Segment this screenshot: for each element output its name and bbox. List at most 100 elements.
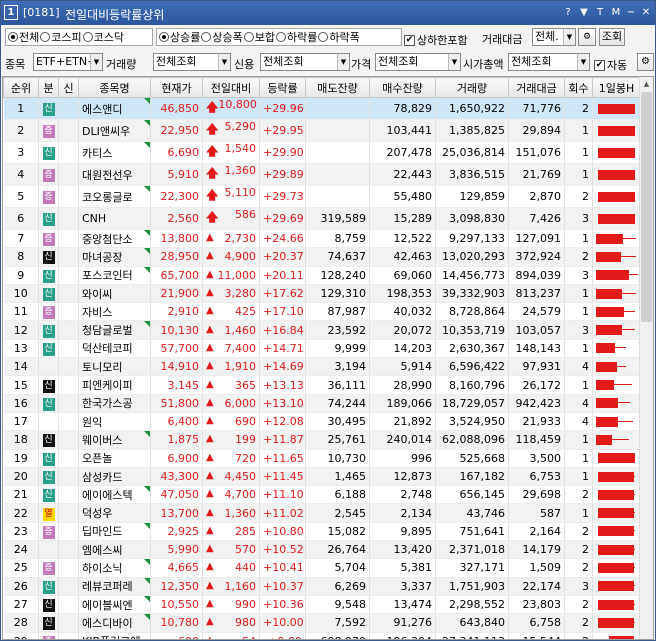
- stock-name[interactable]: 웨이버스: [82, 434, 122, 447]
- stock-name[interactable]: 자비스: [82, 306, 112, 319]
- table-row[interactable]: 15 신 피엔케이피 3,145 ▲ 365 +13.13 36,111 28,990 8,160…: [3, 375, 641, 395]
- gear-icon[interactable]: ⚙: [637, 53, 654, 71]
- radio-sort-fall-rate[interactable]: 하락률: [276, 29, 317, 45]
- stock-name[interactable]: DLI앤씨우: [82, 125, 130, 138]
- column-header[interactable]: 1일봉H: [592, 77, 641, 98]
- stock-name[interactable]: 토니모리: [82, 361, 122, 374]
- scroll-up-icon[interactable]: ▲: [640, 77, 653, 91]
- table-row[interactable]: 18 신 웨이버스 1,875 ▲ 199 +11.87 25,761 240,014 62,08…: [3, 430, 641, 450]
- table-row[interactable]: 4 증 대원전선우 5,910 🡅 1,360 +29.89 22,443 3,836,515 2…: [3, 163, 641, 186]
- price-select[interactable]: 전체조회 ▼: [375, 53, 461, 71]
- radio-market-kosdaq[interactable]: 코스닥: [82, 29, 124, 45]
- credit-select[interactable]: 전체조회 ▼: [260, 53, 350, 71]
- table-row[interactable]: 14 토니모리 14,910 ▲ 1,910 +14.69 3,194 5,914 6,596,…: [3, 357, 641, 377]
- stock-name[interactable]: 카티스: [82, 147, 112, 160]
- table-row[interactable]: 13 신 덕산테코피 57,700 ▲ 7,400 +14.71 9,999 14,203 2,6…: [3, 339, 641, 359]
- text-icon[interactable]: T: [593, 5, 607, 20]
- stock-name[interactable]: 에스앤디: [82, 103, 122, 116]
- column-header[interactable]: 등락률: [259, 77, 306, 98]
- table-row[interactable]: 10 신 와이씨 21,900 ▲ 3,280 +17.62 129,310 198,353 39…: [3, 284, 641, 304]
- stock-name[interactable]: 삼성카드: [82, 471, 122, 484]
- auto-refresh-checkbox[interactable]: ✔ 자동: [594, 57, 627, 73]
- stock-name[interactable]: 와이씨: [82, 288, 112, 301]
- title-bar[interactable]: 1 [0181] 전일대비등락률상위 ? ▼ T M − ✕: [1, 1, 655, 25]
- help-icon[interactable]: ?: [561, 5, 575, 20]
- radio-sort-fall-amount[interactable]: 하락폭: [318, 29, 360, 45]
- minimize-icon[interactable]: −: [624, 5, 638, 20]
- stock-name[interactable]: CNH: [82, 212, 106, 225]
- stock-name[interactable]: 원익: [82, 416, 102, 429]
- table-row[interactable]: 29증 KIB플러그에 600▲ 54+9.89698,979196,30427,34…: [3, 632, 641, 639]
- table-row[interactable]: 3 신 카티스 6,690 🡅 1,540 +29.90 207,478 25,036,814 1…: [3, 141, 641, 164]
- stock-name[interactable]: 레뷰코퍼레: [82, 580, 133, 593]
- table-row[interactable]: 21 신 에이에스텍 47,050 ▲ 4,700 +11.10 6,188 2,748 656,…: [3, 485, 641, 505]
- column-header[interactable]: 순위: [3, 77, 39, 98]
- stock-name[interactable]: 마녀공장: [82, 251, 122, 264]
- column-header[interactable]: 신: [58, 77, 79, 98]
- table-row[interactable]: 25 증 하이소닉 4,665 ▲ 440 +10.41 5,704 5,381 327,171 1…: [3, 558, 641, 578]
- table-row[interactable]: 19 신 오픈놀 6,900 ▲ 720 +11.65 10,730 996 525,668 3,5…: [3, 449, 641, 468]
- column-header[interactable]: 분: [38, 77, 59, 98]
- table-row[interactable]: 11 증 자비스 2,910 ▲ 425 +17.10 87,987 40,032 8,728,8…: [3, 302, 641, 322]
- item-select[interactable]: ETF+ETN+스!▼: [33, 53, 103, 71]
- stock-name[interactable]: 대원전선우: [82, 169, 133, 182]
- menu-icon[interactable]: M: [609, 5, 623, 20]
- stock-name[interactable]: 에이블씨엔: [82, 599, 133, 612]
- column-header[interactable]: 매수잔량: [369, 77, 436, 98]
- table-row[interactable]: 24 엠에스씨 5,990 ▲ 570 +10.52 26,764 13,420 2,371,0…: [3, 540, 641, 560]
- table-row[interactable]: 5 증 코오롱글로 22,300 🡅 5,110 +29.73 55,480 129,859 2,…: [3, 185, 641, 208]
- table-row[interactable]: 27 신 에이블씨엔 10,550 ▲ 990 +10.36 9,548 13,474 2,298…: [3, 595, 641, 615]
- column-header[interactable]: 현재가: [150, 77, 203, 98]
- stock-name[interactable]: 중앙첨단소: [82, 233, 133, 246]
- stock-name[interactable]: 덕산테코피: [82, 342, 133, 355]
- table-row[interactable]: 17 원익 6,400 ▲ 690 +12.08 30,495 21,892 3,524,950…: [3, 412, 641, 432]
- column-header[interactable]: 회수: [564, 77, 593, 98]
- market-cap-select[interactable]: 전체조회 ▼: [508, 53, 590, 71]
- table-row[interactable]: 20 신 삼성카드 43,300 ▲ 4,450 +11.45 1,465 12,873 167,…: [3, 467, 641, 487]
- table-row[interactable]: 22 열 덕성우 13,700 ▲ 1,360 +11.02 2,545 2,134 43,746…: [3, 503, 641, 523]
- column-header[interactable]: 매도잔량: [305, 77, 370, 98]
- table-row[interactable]: 9 신 포스코인터 65,700 ▲ 11,000 +20.11 128,240 69,060 1…: [3, 266, 641, 285]
- radio-sort-rise-amount[interactable]: 상승폭: [201, 29, 243, 45]
- close-icon[interactable]: ✕: [639, 5, 653, 20]
- column-header[interactable]: 거래대금: [508, 77, 565, 98]
- stock-name[interactable]: 딥마인드: [82, 525, 122, 538]
- radio-market-all[interactable]: 전체: [8, 29, 39, 45]
- radio-sort-flat[interactable]: 보합: [243, 29, 275, 45]
- table-row[interactable]: 26 신 레뷰코퍼레 12,350 ▲ 1,160 +10.37 6,269 3,337 1,75…: [3, 577, 641, 596]
- table-row[interactable]: 6 신 CNH 2,560 🡅 586 +29.69 319,589 15,289 3,098,8…: [3, 207, 641, 230]
- settings-small-button[interactable]: ⚙: [578, 28, 596, 46]
- dropdown-icon[interactable]: ▼: [577, 5, 591, 20]
- query-button[interactable]: 조회: [599, 28, 625, 46]
- stock-name[interactable]: 덕성우: [82, 507, 112, 520]
- stock-name[interactable]: 코오롱글로: [82, 191, 133, 204]
- stock-name[interactable]: 포스코인터: [82, 269, 133, 282]
- table-row[interactable]: 1 신 에스앤디 46,850 🡅 10,800 +29.96 78,829 1,650,922…: [3, 97, 641, 120]
- column-header[interactable]: 전일대비: [202, 77, 260, 98]
- stock-name[interactable]: 에이에스텍: [82, 489, 133, 502]
- trade-amount-select[interactable]: 전체. ▼: [532, 28, 576, 46]
- stock-name[interactable]: 청담글로벌: [82, 324, 133, 337]
- table-row[interactable]: 16 신 한국가스공 51,800 ▲ 6,000 +13.10 74,244 189,066 1…: [3, 394, 641, 413]
- table-row[interactable]: 7 증 중앙첨단소 13,800 ▲ 2,730 +24.66 8,759 12,522 9,29…: [3, 229, 641, 249]
- stock-name[interactable]: KIB플러그에: [82, 635, 140, 639]
- table-row[interactable]: 8 신 마녀공장 28,950 ▲ 4,900 +20.37 74,637 42,463 13,0…: [3, 247, 641, 267]
- stock-name[interactable]: 한국가스공: [82, 397, 133, 410]
- stock-name[interactable]: 피엔케이피: [82, 379, 133, 392]
- stock-name[interactable]: 에스디바이: [82, 617, 133, 630]
- include-limit-checkbox[interactable]: ✔ 상하한포함: [404, 32, 468, 48]
- column-header[interactable]: 거래량: [435, 77, 509, 98]
- vertical-scrollbar[interactable]: ▲: [639, 77, 653, 639]
- stock-name[interactable]: 엠에스씨: [82, 544, 122, 557]
- radio-market-kospi[interactable]: 코스피: [40, 29, 82, 45]
- column-header[interactable]: 종목명: [78, 77, 151, 98]
- table-row[interactable]: 2 증 DLI앤씨우 22,950 🡅 5,290 +29.95 103,441 1,385,8…: [3, 119, 641, 142]
- stock-name[interactable]: 하이소닉: [82, 562, 122, 575]
- radio-sort-rise-rate[interactable]: 상승률: [159, 29, 200, 45]
- table-row[interactable]: 23 증 딥마인드 2,925 ▲ 285 +10.80 15,082 9,895 751,641…: [3, 522, 641, 542]
- table-row[interactable]: 28 신 에스디바이 10,780 ▲ 980 +10.00 7,592 91,276 643,8…: [3, 613, 641, 633]
- volume-select[interactable]: 전체조회 ▼: [153, 53, 231, 71]
- stock-name[interactable]: 오픈놀: [82, 452, 112, 465]
- scroll-thumb[interactable]: [641, 92, 652, 322]
- table-row[interactable]: 12 신 청담글로벌 10,130 ▲ 1,460 +16.84 23,592 20,072 10…: [3, 320, 641, 340]
